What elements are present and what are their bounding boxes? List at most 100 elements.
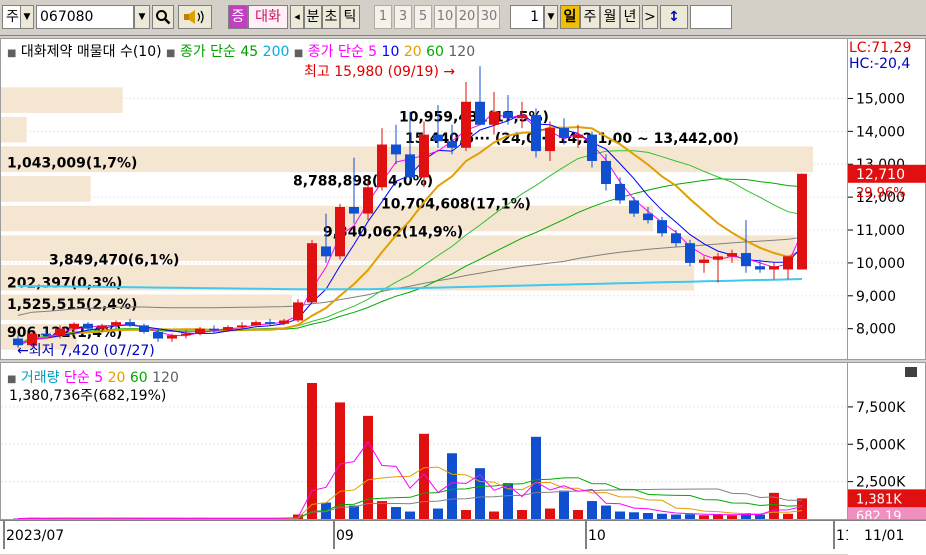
ma-label-a2: 200 — [263, 44, 290, 60]
price-axis-label: 10,000 — [856, 256, 905, 272]
stock-code-input[interactable]: 067080 — [36, 5, 134, 29]
volume-legend-title: 거래량 — [21, 370, 60, 386]
second-button[interactable]: 초 — [322, 5, 340, 29]
candle-body — [69, 324, 79, 329]
period-day-button[interactable]: 일 — [560, 5, 580, 29]
candle-body — [321, 246, 331, 256]
volume-bar — [307, 383, 317, 519]
price-y-axis-svg: 15,00014,00013,00012,00011,00010,0009,00… — [848, 39, 926, 359]
nav-left-button[interactable]: ◂ — [290, 5, 304, 29]
volume-bar — [629, 512, 639, 519]
volume-bar — [335, 402, 345, 519]
vol-ma-20-line — [18, 467, 802, 518]
price-axis-label: 9,000 — [856, 289, 896, 305]
ma-label-a: 종가 단순 45 — [180, 44, 258, 60]
updown-button[interactable]: ↕ — [660, 5, 688, 29]
volume-bar — [559, 491, 569, 519]
candle-body — [125, 322, 135, 325]
candle-body — [573, 135, 583, 138]
tick-button[interactable]: 틱 — [340, 5, 360, 29]
volume-profile-bar — [1, 117, 27, 143]
market-tag: 증 — [228, 5, 248, 29]
candle-body — [545, 128, 555, 151]
volume-y-axis: 7,500K5,000K2,500K1,381K682,19 — [848, 362, 926, 520]
candle-body — [405, 154, 415, 177]
candle-body — [587, 135, 597, 161]
volume-bar — [475, 468, 485, 519]
candle-body — [741, 253, 751, 266]
candle-body — [55, 329, 65, 336]
current-volume-label: 1,381K — [856, 492, 902, 507]
chevron-down-icon[interactable]: ▼ — [544, 5, 558, 29]
volume-bar — [587, 501, 597, 519]
interval-30-button[interactable]: 30 — [478, 5, 500, 29]
collapse-icon[interactable] — [905, 367, 917, 377]
volume-profile-label: 10,704,608(17,1%) — [381, 197, 531, 213]
vol-ma-120: 120 — [152, 370, 179, 386]
volume-bar — [699, 515, 709, 519]
low-price-label: ←최저 7,420 (07/27) — [17, 343, 155, 359]
candle-body — [559, 128, 569, 138]
period-year-button[interactable]: 년 — [620, 5, 640, 29]
candle-body — [209, 329, 219, 331]
x-axis-label: 10 — [588, 528, 606, 544]
candle-body — [349, 207, 359, 214]
volume-profile-label: 202,397(0,3%) — [7, 276, 122, 292]
price-legend: ■ 대화제약 매물대 수(10) ■ 종가 단순 45 200 ■ 종가 단순 … — [7, 41, 475, 61]
candle-body — [447, 141, 457, 148]
chevron-down-icon[interactable]: ▼ — [134, 5, 150, 29]
candle-body — [601, 161, 611, 184]
minute-button[interactable]: 분 — [304, 5, 322, 29]
volume-profile-bar — [1, 87, 123, 113]
volume-bar — [545, 509, 555, 519]
blank-input[interactable] — [690, 5, 732, 29]
candle-body — [419, 135, 429, 178]
volume-bar — [615, 512, 625, 519]
vol-ma-5-line — [18, 442, 802, 519]
price-chart-svg: 10,959,431(17,5%)1,043,009(1,7%)8,788,89… — [1, 39, 847, 359]
x-axis-date: 11/01 — [864, 528, 904, 544]
interval-1-button[interactable]: 1 — [374, 5, 392, 29]
legend-square-icon: ■ — [7, 374, 16, 385]
candle-body — [251, 322, 261, 325]
candle-body — [279, 320, 289, 323]
chevron-down-icon[interactable]: ▼ — [20, 5, 34, 29]
volume-axis-label: 2,500K — [856, 475, 906, 491]
candle-body — [335, 207, 345, 256]
interval-20-button[interactable]: 20 — [456, 5, 478, 29]
volume-y-axis-svg: 7,500K5,000K2,500K1,381K682,19 — [848, 363, 926, 519]
candle-body — [755, 266, 765, 269]
period-mode-select[interactable]: 주 — [2, 5, 22, 29]
stock-name[interactable]: 대화 — [248, 5, 288, 29]
candle-body — [643, 214, 653, 221]
candle-body — [265, 322, 275, 324]
ma-b-120: 120 — [448, 44, 475, 60]
period-week-button[interactable]: 주 — [580, 5, 600, 29]
candle-body — [377, 145, 387, 188]
volume-chart-panel[interactable]: ■ 거래량 단순 5 20 60 120 1,380,736주(682,19%) — [0, 362, 848, 520]
volume-bar — [419, 434, 429, 519]
high-price-label: 최고 15,980 (09/19) → — [304, 64, 455, 80]
interval-3-button[interactable]: 3 — [394, 5, 412, 29]
speaker-button[interactable] — [178, 5, 212, 29]
candle-body — [699, 260, 709, 263]
candle-body — [293, 302, 303, 320]
vol-ma-60: 60 — [130, 370, 148, 386]
x-axis-svg: 2023/0709101111/01 — [0, 521, 926, 555]
volume-profile-label: 1,043,009(1,7%) — [7, 156, 137, 172]
period-month-button[interactable]: 월 — [600, 5, 620, 29]
volume-bar — [671, 515, 681, 519]
interval-10-button[interactable]: 10 — [434, 5, 456, 29]
legend-square-icon: ■ — [294, 48, 303, 59]
volume-bar — [573, 510, 583, 519]
volume-bar — [643, 513, 653, 519]
volume-bar — [727, 515, 737, 519]
volume-profile-label: 1,525,515(2,4%) — [7, 297, 137, 313]
ma-b-10: 10 — [382, 44, 400, 60]
count-input[interactable]: 1 — [510, 5, 544, 29]
candle-body — [769, 266, 779, 269]
search-button[interactable] — [152, 5, 174, 29]
price-chart-panel[interactable]: 10,959,431(17,5%)1,043,009(1,7%)8,788,89… — [0, 38, 848, 360]
next-button[interactable]: > — [642, 5, 658, 29]
interval-5-button[interactable]: 5 — [414, 5, 432, 29]
